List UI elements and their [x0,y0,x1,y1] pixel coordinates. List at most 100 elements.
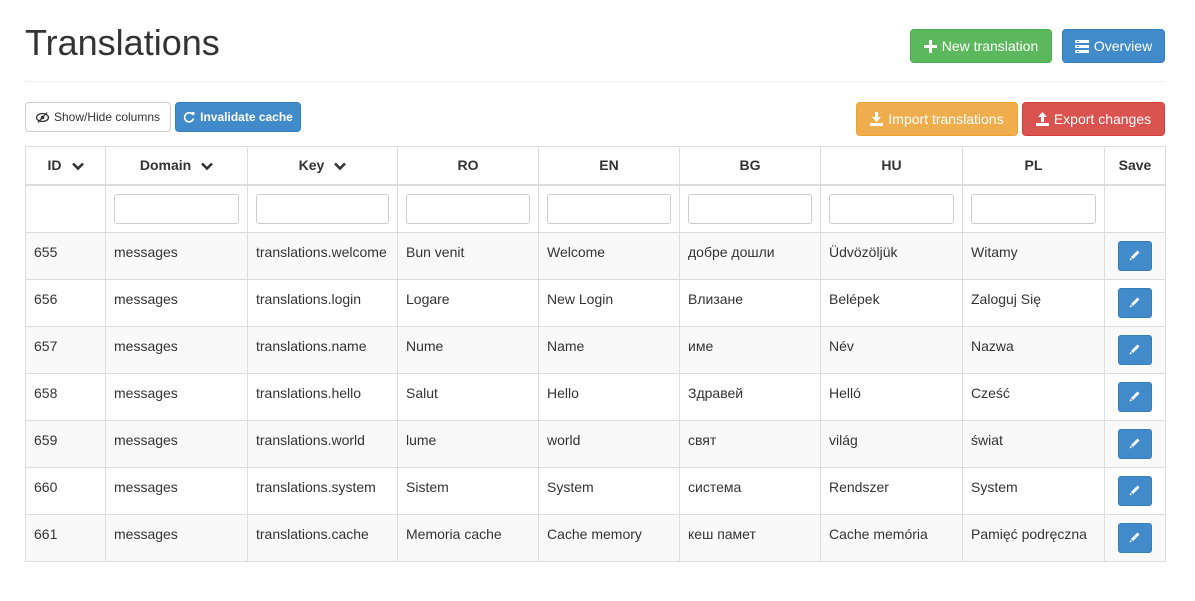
edit-button[interactable] [1118,476,1152,506]
cell-id: 658 [25,373,106,421]
new-translation-label: New translation [941,38,1039,54]
overview-button[interactable]: Overview [1062,29,1165,63]
header-actions: New translation Overview [910,29,1165,63]
invalidate-cache-label: Invalidate cache [200,110,293,124]
toolbar-left: Show/Hide columns Invalidate cache [25,102,301,132]
column-header-id[interactable]: ID [25,146,106,186]
column-header-en: EN [538,146,680,186]
cell-domain: messages [105,279,248,327]
pencil-icon [1129,248,1141,264]
bg-filter-input[interactable] [688,193,812,224]
column-header-label: Domain [139,156,192,173]
cell-domain: messages [105,514,248,562]
translations-table-wrapper: ID Domain Key RO EN BG HU PL Save 655 me… [25,146,1166,562]
show-hide-columns-label: Show/Hide columns [53,110,161,124]
ro-filter-input[interactable] [406,193,530,224]
cell-bg: име [679,326,821,374]
cell-key: translations.hello [247,373,398,421]
filter-row [25,184,1166,233]
column-header-hu: HU [820,146,963,186]
cell-id: 661 [25,514,106,562]
cell-save [1104,467,1166,515]
cell-ro: Memoria cache [397,514,539,562]
cell-id: 655 [25,232,106,280]
column-header-key[interactable]: Key [247,146,398,186]
cell-domain: messages [105,420,248,468]
hu-filter-input[interactable] [829,193,954,224]
column-header-save: Save [1104,146,1166,186]
export-icon [1035,112,1049,126]
cell-id: 659 [25,420,106,468]
edit-button[interactable] [1118,523,1152,553]
pl-filter-input[interactable] [971,193,1096,224]
edit-button[interactable] [1118,288,1152,318]
page-title: Translations [25,22,220,63]
cell-en: System [538,467,680,515]
column-header-label: Key [298,156,325,173]
table-row: 660 messages translations.system Sistem Syst… [25,467,1166,515]
table-row: 657 messages translations.name Nume Name име N… [25,326,1166,374]
column-header-label: ID [47,156,62,173]
cell-ro: lume [397,420,539,468]
cell-en: Hello [538,373,680,421]
column-header-pl: PL [962,146,1105,186]
table-row: 658 messages translations.hello Salut Hello З… [25,373,1166,421]
new-translation-button[interactable]: New translation [910,29,1052,63]
filter-cell-save [1104,184,1166,233]
filter-cell-en [538,184,680,233]
filter-cell-id [25,184,106,233]
pencil-icon [1129,530,1141,546]
cell-save [1104,514,1166,562]
invalidate-cache-button[interactable]: Invalidate cache [175,102,301,132]
column-header-bg: BG [679,146,821,186]
edit-button[interactable] [1118,241,1152,271]
cell-pl: Witamy [962,232,1105,280]
cell-hu: világ [820,420,963,468]
cell-save [1104,420,1166,468]
cell-hu: Helló [820,373,963,421]
eye-slash-icon [35,111,49,123]
cell-en: Name [538,326,680,374]
refresh-icon [183,111,195,123]
import-translations-button[interactable]: Import translations [856,102,1018,136]
cell-save [1104,373,1166,421]
show-hide-columns-button[interactable]: Show/Hide columns [25,102,171,132]
import-icon [870,112,884,126]
edit-button[interactable] [1118,335,1152,365]
filter-cell-key [247,184,398,233]
chevron-down-icon [334,158,347,174]
cell-hu: Rendszer [820,467,963,515]
cell-key: translations.world [247,420,398,468]
cell-pl: Zaloguj Się [962,279,1105,327]
cell-id: 656 [25,279,106,327]
translations-table: ID Domain Key RO EN BG HU PL Save 655 me… [25,146,1166,562]
filter-cell-pl [962,184,1105,233]
table-row: 659 messages translations.world lume world св… [25,420,1166,468]
cell-domain: messages [105,326,248,374]
cell-key: translations.login [247,279,398,327]
cell-hu: Üdvözöljük [820,232,963,280]
cell-ro: Logare [397,279,539,327]
key-filter-input[interactable] [256,193,389,224]
cell-bg: Влизане [679,279,821,327]
edit-button[interactable] [1118,429,1152,459]
cell-ro: Salut [397,373,539,421]
domain-filter-input[interactable] [114,193,239,224]
filter-cell-ro [397,184,539,233]
cell-pl: Nazwa [962,326,1105,374]
table-row: 656 messages translations.login Logare New L… [25,279,1166,327]
en-filter-input[interactable] [547,193,671,224]
column-header-domain[interactable]: Domain [105,146,248,186]
overview-label: Overview [1093,38,1153,54]
cell-pl: Pamięć podręczna [962,514,1105,562]
cell-bg: Здравей [679,373,821,421]
filter-cell-domain [105,184,248,233]
edit-button[interactable] [1118,382,1152,412]
filter-cell-hu [820,184,963,233]
cell-domain: messages [105,373,248,421]
cell-pl: System [962,467,1105,515]
export-changes-button[interactable]: Export changes [1022,102,1165,136]
cell-bg: добре дошли [679,232,821,280]
cell-save [1104,326,1166,374]
cell-en: Cache memory [538,514,680,562]
